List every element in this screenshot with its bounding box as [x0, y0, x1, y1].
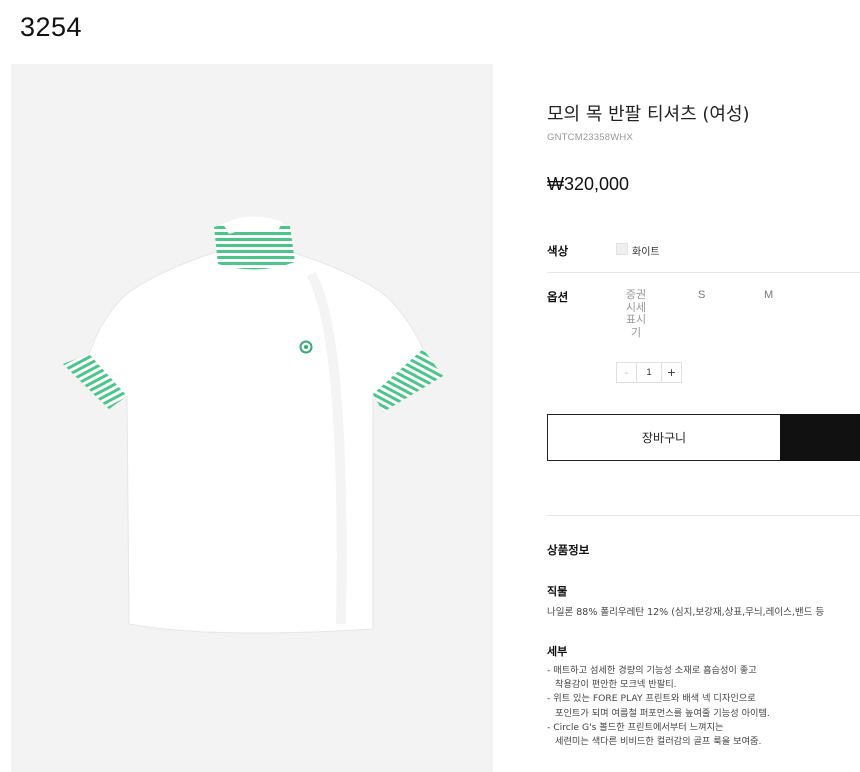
- quantity-value[interactable]: 1: [637, 367, 661, 378]
- detail-line: - 매트하고 섬세한 경량의 기능성 소재로 흡습성이 좋고: [547, 665, 757, 676]
- size-option-s[interactable]: S: [698, 289, 705, 301]
- detail-line: - 위트 있는 FORE PLAY 프린트와 배색 넥 디자인으로: [547, 693, 756, 705]
- detail-line: 착용감이 편안한 모크넥 반팔티.: [555, 679, 677, 691]
- page-number: 3254: [20, 12, 83, 42]
- product-info-heading: 상품정보: [547, 543, 590, 557]
- product-info-panel: 모의 목 반팔 티셔츠 (여성) GNTCM23358WHX ₩320,000 …: [547, 0, 860, 772]
- add-to-cart-button[interactable]: 장바구니: [547, 414, 781, 461]
- size-guide-line: 표시: [625, 313, 647, 326]
- product-image[interactable]: [11, 64, 493, 772]
- detail-list: - 매트하고 섬세한 경량의 기능성 소재로 흡습성이 좋고 착용감이 편안한 …: [547, 664, 860, 749]
- quantity-decrease-button[interactable]: -: [617, 363, 637, 382]
- material-text: 나일론 88% 폴리우레탄 12% (심지,보강재,상표,무늬,레이스,밴드 등: [547, 607, 825, 618]
- material-heading: 직물: [547, 585, 568, 598]
- quantity-stepper: - 1 +: [616, 362, 682, 383]
- option-label: 옵션: [547, 290, 569, 304]
- tshirt-illustration: [62, 216, 444, 634]
- color-swatch-white[interactable]: [616, 243, 628, 255]
- divider: [547, 272, 860, 273]
- size-guide-link[interactable]: 증권 시세 표시 기: [621, 288, 651, 339]
- detail-line: - Circle G's 볼드한 프린트에서부터 느껴지는: [547, 721, 724, 733]
- size-guide-line: 증권: [625, 288, 647, 301]
- color-name: 화이트: [632, 247, 660, 258]
- size-option-m[interactable]: M: [764, 289, 773, 301]
- detail-heading: 세부: [547, 645, 568, 658]
- detail-line: 포인트가 되며 여름철 퍼포먼스를 높여줄 기능성 아이템.: [555, 707, 770, 719]
- size-guide-line: 기: [630, 325, 642, 339]
- add-to-cart-label: 장바구니: [641, 431, 687, 445]
- product-sku: GNTCM23358WHX: [547, 132, 634, 143]
- color-label: 색상: [547, 244, 569, 258]
- quantity-increase-button[interactable]: +: [661, 363, 681, 382]
- buy-now-button[interactable]: [780, 414, 860, 461]
- product-title: 모의 목 반팔 티셔츠 (여성): [547, 104, 750, 125]
- detail-line: 세련미는 색다른 비비드한 컬러감의 골프 룩을 보여줌.: [555, 736, 762, 748]
- product-price: ₩320,000: [547, 174, 630, 194]
- divider: [547, 515, 860, 516]
